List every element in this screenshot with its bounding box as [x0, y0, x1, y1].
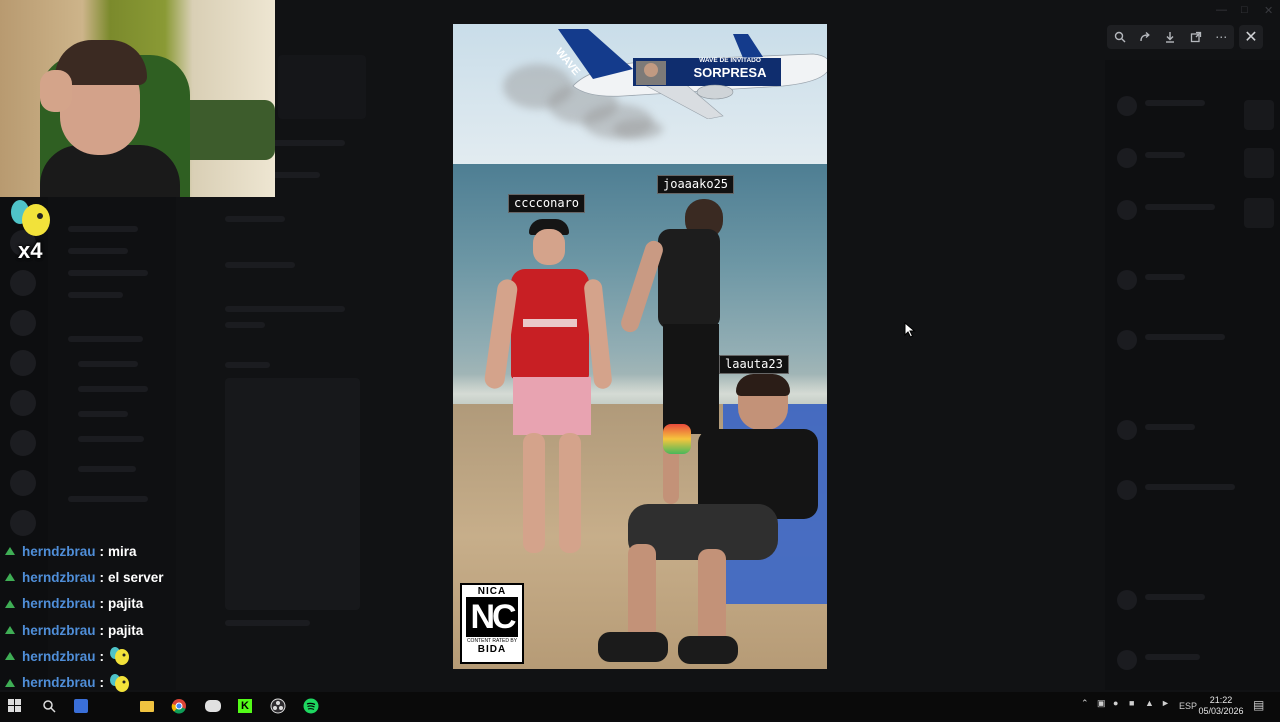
chat-username[interactable]: herndzbrau: [22, 675, 96, 690]
chat-message: herndzbrau: pajita: [4, 591, 264, 617]
name-tag-3: laauta23: [719, 355, 789, 374]
person-seated-chair: [598, 374, 827, 669]
rating-letters: NC: [466, 597, 518, 637]
tray-device-icon[interactable]: ▣: [1097, 698, 1106, 709]
chat-badge-icon: [5, 626, 15, 635]
chat-separator: :: [99, 622, 105, 638]
open-external-icon[interactable]: [1186, 27, 1206, 47]
chat-badge-icon: [5, 678, 15, 687]
minimize-icon: —: [1216, 4, 1227, 16]
discord-icon[interactable]: [204, 697, 222, 715]
viewed-image: WAVE WAVE DE INVITADO SORPRESA cccconaro: [453, 24, 827, 669]
chat-username[interactable]: herndzbrau: [22, 623, 96, 638]
content-rating-badge: NICA NC CONTENT RATED BY BIDA: [460, 583, 524, 664]
tray-app-icon[interactable]: ■: [1129, 698, 1134, 708]
chat-username[interactable]: herndzbrau: [22, 649, 96, 664]
chat-message: herndzbrau: pajita: [4, 617, 264, 643]
name-tag-1: cccconaro: [508, 194, 586, 213]
spotify-icon[interactable]: [302, 697, 320, 715]
zoom-icon[interactable]: [1110, 27, 1130, 47]
name-tag-2: joaaako25: [657, 175, 735, 194]
forward-icon[interactable]: [1135, 27, 1155, 47]
chat-emote-icon: [110, 673, 130, 692]
chat-badge-icon: [5, 599, 15, 608]
chat-separator: :: [99, 648, 105, 664]
tray-chevron-icon[interactable]: ⌃: [1081, 698, 1089, 709]
microphone-icon[interactable]: ●: [1113, 698, 1118, 708]
chat-separator: :: [99, 569, 105, 585]
download-icon[interactable]: [1160, 27, 1180, 47]
taskbar-app-icon[interactable]: [72, 697, 90, 715]
rating-top-label: NICA: [477, 586, 507, 597]
volume-icon[interactable]: ►: [1161, 698, 1170, 708]
mouse-cursor-icon: [904, 322, 916, 338]
chat-username[interactable]: herndzbrau: [22, 570, 96, 585]
chat-badge-icon: [5, 573, 15, 582]
webcam-overlay: [0, 0, 275, 197]
clock-time: 21:22: [1209, 695, 1233, 705]
server-icon: [10, 350, 36, 376]
close-icon[interactable]: ✕: [1239, 25, 1263, 49]
image-viewer-toolbar: ⋯: [1107, 25, 1234, 49]
chat-username[interactable]: herndzbrau: [22, 596, 96, 611]
maximize-icon: □: [1241, 4, 1248, 16]
chat-message: herndzbrau: el server: [4, 564, 264, 590]
plane-banner-subtitle: WAVE DE INVITADO: [699, 57, 761, 64]
server-icon: [10, 390, 36, 416]
chat-emote-icon: [110, 647, 130, 666]
emote-count: x4: [18, 238, 43, 263]
chat-message-text: el server: [108, 569, 164, 585]
rating-bottom-label: BIDA: [477, 644, 507, 655]
person-red-jersey: [481, 219, 613, 559]
windows-start-icon[interactable]: [6, 697, 24, 715]
obs-icon[interactable]: [269, 697, 287, 715]
server-icon: [10, 270, 36, 296]
server-icon: [10, 470, 36, 496]
server-icon: [10, 310, 36, 336]
chat-message-text: pajita: [108, 622, 144, 638]
window-close-icon: ✕: [1264, 5, 1274, 17]
chrome-icon[interactable]: [170, 697, 188, 715]
kick-icon[interactable]: K: [236, 697, 254, 715]
chat-message-text: pajita: [108, 596, 144, 612]
chat-separator: :: [99, 675, 105, 691]
plane-banner-title: SORPRESA: [693, 65, 767, 80]
search-icon[interactable]: [40, 697, 58, 715]
server-icon: [10, 430, 36, 456]
server-icon: [10, 510, 36, 536]
chat-message: herndzbrau: mira: [4, 538, 264, 564]
taskbar-clock[interactable]: 21:22 05/03/2026: [1196, 695, 1246, 717]
chat-badge-icon: [5, 547, 15, 556]
chat-message: herndzbrau:: [4, 643, 264, 669]
notifications-icon[interactable]: ▤: [1253, 698, 1264, 712]
background-thumbnail-top: [278, 55, 366, 119]
chat-separator: :: [99, 543, 105, 559]
clock-date: 05/03/2026: [1198, 706, 1244, 716]
chat-badge-icon: [5, 652, 15, 661]
network-icon[interactable]: ▲: [1145, 698, 1154, 708]
language-indicator[interactable]: ESP: [1179, 701, 1197, 711]
taskbar: K ⌃ ▣ ● ■ ▲ ► ESP ▤: [0, 692, 1280, 720]
chat-separator: :: [99, 596, 105, 612]
file-explorer-icon[interactable]: [138, 697, 156, 715]
more-icon[interactable]: ⋯: [1211, 27, 1231, 47]
member-list: [1105, 60, 1280, 690]
chat-message-text: mira: [108, 543, 137, 559]
chat-username[interactable]: herndzbrau: [22, 544, 96, 559]
